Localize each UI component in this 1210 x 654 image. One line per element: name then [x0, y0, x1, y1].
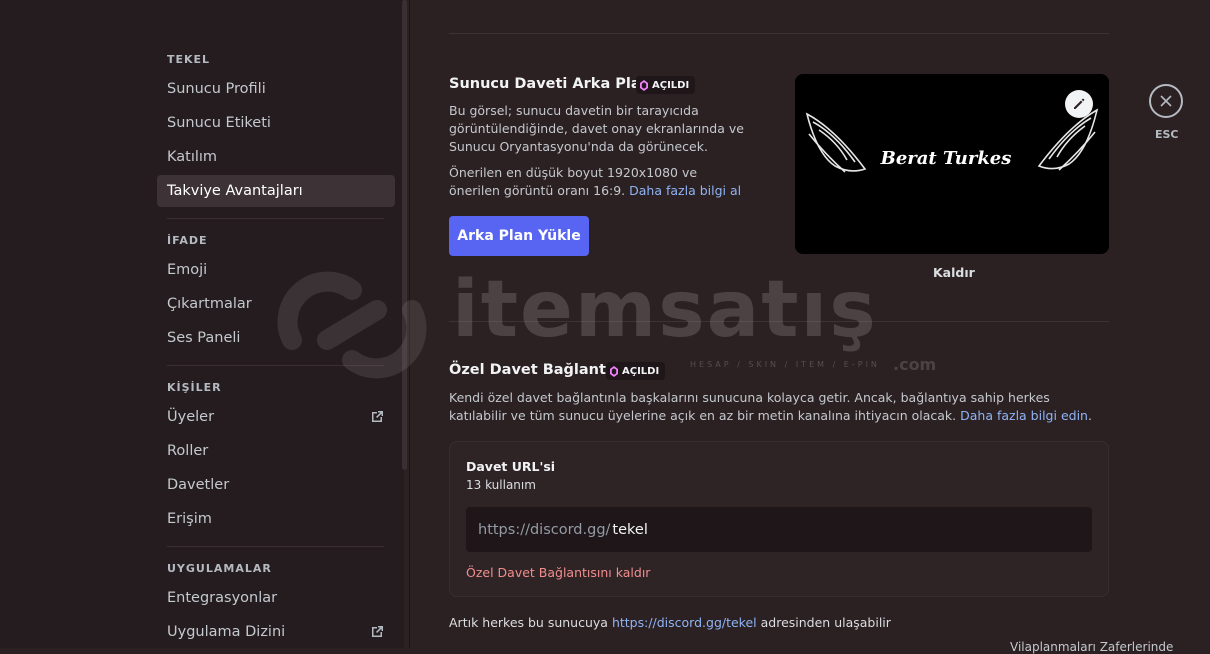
invite-background-description: Bu görsel; sunucu davetin bir tarayıcıda…	[449, 103, 744, 154]
sidebar-header-people: KİŞİLER	[167, 381, 222, 394]
preview-logo-text: Berat Turkes	[880, 148, 1012, 169]
invite-uses-count: 13 kullanım	[466, 478, 536, 492]
sidebar-item-label: Uygulama Dizini	[167, 624, 286, 640]
upload-background-button[interactable]: Arka Plan Yükle	[449, 216, 589, 256]
cut-off-text: Vilaplanmaları Zaferlerinde	[1010, 640, 1174, 654]
sidebar-item-label: Üyeler	[167, 409, 215, 425]
learn-more-link[interactable]: Daha fazla bilgi al	[629, 183, 741, 198]
vanity-url-link[interactable]: https://discord.gg/tekel	[612, 615, 757, 630]
sidebar-item-emoji[interactable]: Emoji	[157, 254, 395, 286]
sidebar-separator	[167, 546, 384, 547]
edit-background-button[interactable]	[1065, 90, 1093, 118]
sidebar-header-apps: UYGULAMALAR	[167, 562, 272, 575]
boost-gem-icon	[610, 365, 618, 377]
unlocked-badge: AÇILDI	[636, 76, 696, 94]
vanity-url-input[interactable]: https://discord.gg/ tekel	[466, 507, 1092, 552]
sidebar-item-server-tag[interactable]: Sunucu Etiketi	[157, 107, 395, 139]
sidebar-item-members[interactable]: Üyeler	[157, 401, 395, 433]
external-link-icon	[372, 411, 383, 422]
remove-background-link[interactable]: Kaldır	[933, 265, 975, 280]
wings-logo-icon: Berat Turkes	[805, 108, 1099, 173]
pencil-icon	[1074, 98, 1085, 109]
sidebar-item-invites[interactable]: Davetler	[157, 469, 395, 501]
sidebar-item-app-directory[interactable]: Uygulama Dizini	[157, 616, 395, 648]
invite-background-title: Sunucu Daveti Arka Planı	[449, 76, 656, 92]
url-prefix: https://discord.gg/	[478, 521, 611, 538]
sidebar-header-expression: İFADE	[167, 234, 208, 247]
badge-label: AÇILDI	[652, 79, 690, 91]
sidebar-item-boost-perks[interactable]: Takviye Avantajları	[157, 175, 395, 207]
watermark-brand: itemsatış	[452, 265, 878, 355]
sidebar-divider	[409, 0, 410, 648]
unlocked-badge: AÇILDI	[606, 362, 666, 380]
sidebar-item-integrations[interactable]: Entegrasyonlar	[157, 582, 395, 614]
badge-label: AÇILDI	[622, 365, 660, 377]
sidebar-separator	[167, 365, 384, 366]
settings-sidebar: TEKEL Sunucu Profili Sunucu Etiketi Katı…	[0, 0, 404, 648]
boost-gem-icon	[640, 79, 648, 91]
esc-label: ESC	[1155, 128, 1179, 141]
sidebar-item-server-profile[interactable]: Sunucu Profili	[157, 73, 395, 105]
invite-background-recommendation: Önerilen en düşük boyut 1920x1080 ve öne…	[449, 165, 742, 198]
sidebar-scrollbar[interactable]	[402, 0, 407, 470]
sidebar-item-roles[interactable]: Roller	[157, 435, 395, 467]
section-divider	[449, 33, 1109, 34]
remove-vanity-url-link[interactable]: Özel Davet Bağlantısını kaldır	[466, 565, 650, 580]
sidebar-item-access[interactable]: Erişim	[157, 503, 395, 535]
watermark-tld: .com	[893, 355, 937, 374]
close-settings-button[interactable]	[1149, 84, 1183, 118]
close-icon	[1160, 95, 1172, 107]
sidebar-item-stickers[interactable]: Çıkartmalar	[157, 288, 395, 320]
vanity-url-footer: Artık herkes bu sunucuya https://discord…	[449, 615, 891, 630]
learn-more-link[interactable]: Daha fazla bilgi edin	[960, 408, 1088, 423]
vanity-url-description: Kendi özel davet bağlantınla başkalarını…	[449, 390, 1092, 423]
sidebar-separator	[167, 218, 384, 219]
url-value[interactable]: tekel	[612, 522, 647, 538]
external-link-icon	[372, 626, 383, 637]
background-preview-image: Berat Turkes	[795, 74, 1109, 254]
sidebar-item-onboarding[interactable]: Katılım	[157, 141, 395, 173]
sidebar-header-server: TEKEL	[167, 53, 211, 66]
sidebar-item-soundboard[interactable]: Ses Paneli	[157, 322, 395, 354]
watermark-tagline: HESAP / SKIN / ITEM / E-PIN	[690, 360, 880, 369]
vanity-url-title: Özel Davet Bağlantısı	[449, 362, 625, 378]
invite-url-label: Davet URL'si	[466, 459, 556, 474]
section-divider	[449, 321, 1109, 322]
